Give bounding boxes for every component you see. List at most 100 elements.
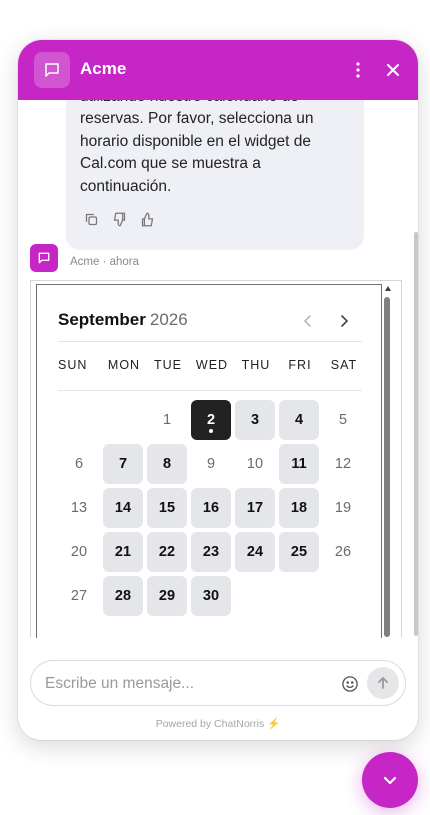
close-icon[interactable] xyxy=(382,59,404,81)
calendar-day-number: 2 xyxy=(206,412,216,428)
emoji-icon[interactable] xyxy=(339,673,361,695)
calendar-day-number: 18 xyxy=(290,500,308,516)
message-input[interactable] xyxy=(45,673,325,695)
calendar-day[interactable]: 15 xyxy=(147,488,187,528)
more-vertical-icon[interactable] xyxy=(348,58,368,82)
calendar-day[interactable]: 24 xyxy=(235,532,275,572)
powered-by: Powered by ChatNorris ⚡ xyxy=(18,717,418,730)
weekday-label: WED xyxy=(195,358,229,372)
calendar-day-number: 29 xyxy=(158,588,176,604)
send-button[interactable] xyxy=(367,667,399,699)
calendar-day[interactable]: 23 xyxy=(191,532,231,572)
chat-title: Acme xyxy=(80,59,127,78)
calendar-scrollbar-thumb[interactable] xyxy=(384,297,390,637)
bot-message-text: utilizando nuestro calendario de reserva… xyxy=(80,100,314,195)
chevron-left-icon[interactable] xyxy=(297,310,319,332)
calendar-day-number: 28 xyxy=(114,588,132,604)
calendar-day: 9 xyxy=(191,444,231,484)
calendar-day-number: 11 xyxy=(291,456,307,472)
calendar-day-number: 15 xyxy=(158,500,176,516)
calendar-day: 6 xyxy=(59,444,99,484)
weekday-label: FRI xyxy=(288,358,312,372)
chevron-down-icon xyxy=(383,776,397,785)
calendar-day[interactable]: 4 xyxy=(279,400,319,440)
messages-scrollbar-thumb[interactable] xyxy=(414,232,418,636)
today-dot-icon xyxy=(209,429,213,433)
bot-message-bubble: utilizando nuestro calendario de reserva… xyxy=(66,100,364,250)
weekday-label: SAT xyxy=(330,358,358,372)
calendar-day[interactable]: 29 xyxy=(147,576,187,616)
calendar-day-number: 1 xyxy=(162,412,172,428)
calendar-day[interactable]: 3 xyxy=(235,400,275,440)
calcom-embed: September 2026 SUN MON TUE WED THU FRI SA… xyxy=(30,280,402,638)
calendar-day[interactable]: 14 xyxy=(103,488,143,528)
thumbs-down-icon[interactable] xyxy=(110,210,128,228)
calendar-day-number: 12 xyxy=(334,456,352,472)
calendar-day[interactable]: 8 xyxy=(147,444,187,484)
calendar-day: 1 xyxy=(147,400,187,440)
weekday-label: THU xyxy=(241,358,271,372)
calendar-day[interactable]: 11 xyxy=(279,444,319,484)
calendar-day-number: 13 xyxy=(70,500,88,516)
scroll-up-arrow-icon[interactable] xyxy=(385,286,391,291)
calendar-day: 26 xyxy=(323,532,363,572)
bot-avatar xyxy=(30,244,58,272)
calendar-day[interactable]: 18 xyxy=(279,488,319,528)
chevron-right-icon[interactable] xyxy=(333,310,355,332)
chat-bubble-icon xyxy=(34,52,70,88)
calendar-day: 13 xyxy=(59,488,99,528)
copy-icon[interactable] xyxy=(82,210,100,228)
message-meta: Acme · ahora xyxy=(70,256,140,268)
divider xyxy=(58,390,362,391)
calendar-day[interactable]: 16 xyxy=(191,488,231,528)
thumbs-up-icon[interactable] xyxy=(138,210,156,228)
weekday-label: TUE xyxy=(154,358,182,372)
calendar-day-number: 5 xyxy=(338,412,348,428)
calendar-day: 27 xyxy=(59,576,99,616)
calendar-day[interactable]: 21 xyxy=(103,532,143,572)
calendar-day: 19 xyxy=(323,488,363,528)
calendar-day-number: 3 xyxy=(250,412,260,428)
calendar-day[interactable]: 30 xyxy=(191,576,231,616)
powered-by-text: Powered by ChatNorris xyxy=(155,718,265,730)
calendar-day-number: 19 xyxy=(334,500,352,516)
calendar-day-number: 14 xyxy=(114,500,132,516)
calendar-day-number: 24 xyxy=(246,544,264,560)
calendar-day-number: 16 xyxy=(202,500,220,516)
calendar-day-number: 4 xyxy=(294,412,304,428)
weekday-header: SUN MON TUE WED THU FRI SAT xyxy=(58,358,366,372)
calendar-day[interactable]: 28 xyxy=(103,576,143,616)
calendar-day-number: 30 xyxy=(202,588,220,604)
divider xyxy=(58,341,362,342)
calendar-day-number: 9 xyxy=(206,456,216,472)
calendar-day-number: 7 xyxy=(118,456,128,472)
calendar-day: 20 xyxy=(59,532,99,572)
calendar-day-number: 22 xyxy=(158,544,176,560)
chat-widget: Acme utilizando nuestro calendario de re… xyxy=(18,40,418,740)
calendar-day-number: 27 xyxy=(70,588,88,604)
month-name: September xyxy=(58,310,146,329)
calendar-day[interactable]: 25 xyxy=(279,532,319,572)
calendar-day-number: 10 xyxy=(246,456,264,472)
calendar-day-number: 25 xyxy=(290,544,308,560)
calendar-day[interactable]: 22 xyxy=(147,532,187,572)
widget-toggle-button[interactable] xyxy=(362,752,418,808)
arrow-up-icon xyxy=(378,677,388,689)
calendar-day: 10 xyxy=(235,444,275,484)
year-label: 2026 xyxy=(149,310,188,329)
message-actions xyxy=(82,210,156,228)
calendar-day[interactable]: 17 xyxy=(235,488,275,528)
calendar-day-number: 21 xyxy=(114,544,132,560)
calendar-day[interactable]: 7 xyxy=(103,444,143,484)
weekday-label: SUN xyxy=(58,358,88,372)
calendar-day[interactable]: 2 xyxy=(191,400,231,440)
chat-header: Acme xyxy=(18,40,418,100)
calendar-month-label: September 2026 xyxy=(58,310,188,330)
calendar-day-number: 8 xyxy=(162,456,172,472)
calendar-day-number: 6 xyxy=(74,456,84,472)
calendar-day-number: 26 xyxy=(334,544,352,560)
calendar-day: 12 xyxy=(323,444,363,484)
message-list[interactable]: utilizando nuestro calendario de reserva… xyxy=(18,100,418,638)
calendar-day-number: 20 xyxy=(70,544,88,560)
message-composer xyxy=(30,660,406,706)
